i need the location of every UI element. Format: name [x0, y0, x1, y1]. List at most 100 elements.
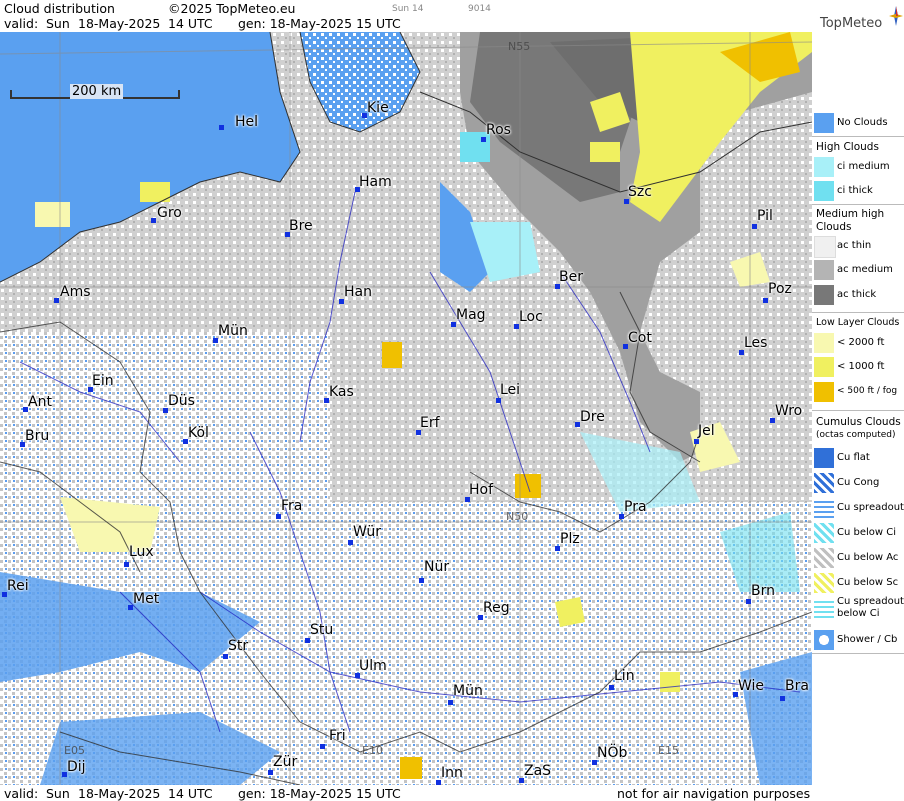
- city-plz[interactable]: Plz: [560, 531, 580, 547]
- city-brn[interactable]: Brn: [751, 583, 775, 599]
- city-les[interactable]: Les: [744, 335, 767, 351]
- city-mun[interactable]: Mün: [218, 323, 248, 339]
- city-fri[interactable]: Fri: [329, 728, 346, 744]
- city-dot: [609, 685, 614, 690]
- city-wro[interactable]: Wro: [775, 403, 802, 419]
- city-bru[interactable]: Bru: [25, 428, 49, 444]
- generated-time: gen: 18-May-2025 15 UTC: [238, 16, 401, 31]
- city-zas[interactable]: ZaS: [524, 763, 551, 779]
- cloud-map[interactable]: 200 km N55 N50 E05 E10 E15 Hel Kie Ros H…: [0, 32, 813, 785]
- swatch-ac-thin: [814, 236, 836, 258]
- city-bre[interactable]: Bre: [289, 218, 313, 234]
- disclaimer: not for air navigation purposes: [617, 786, 811, 801]
- legend-heading-high: High Clouds: [816, 141, 879, 153]
- city-ams[interactable]: Ams: [60, 284, 91, 300]
- city-met[interactable]: Met: [133, 591, 159, 607]
- city-erf[interactable]: Erf: [420, 415, 440, 431]
- swatch-ci-thick: [814, 181, 834, 201]
- scale-bar: 200 km: [10, 84, 180, 102]
- city-lin[interactable]: Lin: [614, 668, 635, 684]
- legend-label: Cu spreadout: [837, 502, 904, 513]
- swatch-low-500: [814, 382, 834, 402]
- footer: valid: Sun 18-May-2025 14 UTC gen: 18-Ma…: [0, 785, 812, 801]
- legend-label: Cu spreadout: [837, 596, 904, 607]
- legend-cu-spread-ci: Cu spreadout below Ci: [812, 596, 904, 626]
- city-inn[interactable]: Inn: [441, 765, 463, 781]
- city-ham[interactable]: Ham: [359, 174, 392, 190]
- swatch-cu-flat: [814, 448, 834, 468]
- city-dot: [496, 398, 501, 403]
- legend-label: ac medium: [837, 264, 893, 275]
- city-hof[interactable]: Hof: [469, 482, 493, 498]
- grid-label-e10: E10: [362, 744, 383, 757]
- city-poz[interactable]: Poz: [768, 281, 792, 297]
- city-dij[interactable]: Dij: [67, 759, 86, 775]
- legend-label: Cu Cong: [837, 477, 880, 488]
- city-kie[interactable]: Kie: [367, 100, 389, 116]
- city-pra[interactable]: Pra: [624, 499, 647, 515]
- swatch-cu-spread: [814, 498, 834, 518]
- city-wur[interactable]: Wür: [353, 524, 381, 540]
- city-kas[interactable]: Kas: [329, 384, 354, 400]
- city-hel[interactable]: Hel: [235, 114, 258, 130]
- city-bra[interactable]: Bra: [785, 678, 809, 694]
- city-dot: [752, 224, 757, 229]
- city-str[interactable]: Str: [228, 638, 248, 654]
- city-reg[interactable]: Reg: [483, 600, 510, 616]
- city-dot: [151, 218, 156, 223]
- city-rei[interactable]: Rei: [7, 578, 29, 594]
- legend-label: < 2000 ft: [837, 337, 885, 348]
- legend-cu-below-ci: Cu below Ci: [812, 521, 904, 545]
- city-ein[interactable]: Ein: [92, 373, 114, 389]
- city-mag[interactable]: Mag: [456, 307, 486, 323]
- legend-label: Cu flat: [837, 452, 870, 463]
- city-ant[interactable]: Ant: [28, 394, 52, 410]
- city-fra[interactable]: Fra: [281, 498, 302, 514]
- legend-ci-medium: ci medium: [812, 155, 904, 179]
- city-cot[interactable]: Cot: [628, 330, 652, 346]
- city-loc[interactable]: Loc: [519, 309, 543, 325]
- city-nur[interactable]: Nür: [424, 559, 449, 575]
- legend-label: ac thick: [837, 289, 877, 300]
- low-2000-gro: [35, 202, 70, 227]
- legend-cu-spread: Cu spreadout: [812, 496, 904, 520]
- legend-heading-mid-2: Clouds: [816, 221, 852, 233]
- legend-ac-thick: ac thick: [812, 283, 904, 307]
- city-dre[interactable]: Dre: [580, 409, 605, 425]
- legend-label: < 1000 ft: [837, 361, 885, 372]
- city-stu[interactable]: Stu: [310, 622, 333, 638]
- legend-low-2000: < 2000 ft: [812, 331, 904, 355]
- map-canvas: [0, 32, 812, 785]
- city-dot: [763, 298, 768, 303]
- city-dot: [219, 125, 224, 130]
- city-dot: [268, 770, 273, 775]
- city-wie[interactable]: Wie: [738, 678, 764, 694]
- city-dus[interactable]: Düs: [168, 393, 195, 409]
- city-lei[interactable]: Lei: [500, 382, 520, 398]
- legend-panel: TopMeteo No Clouds High Clouds ci medium…: [812, 0, 904, 801]
- city-nob[interactable]: NÖb: [597, 745, 627, 761]
- city-ros[interactable]: Ros: [486, 122, 511, 138]
- small-label-2: 9014: [468, 4, 491, 14]
- city-jel[interactable]: Jel: [698, 423, 715, 439]
- city-mun-2[interactable]: Mün: [453, 683, 483, 699]
- footer-valid-day: Sun: [46, 786, 70, 801]
- city-han[interactable]: Han: [344, 284, 372, 300]
- swatch-ci-medium: [814, 157, 834, 177]
- city-pil[interactable]: Pil: [757, 208, 773, 224]
- swatch-cu-below-ci: [814, 523, 834, 543]
- fog-patch-1: [382, 342, 402, 368]
- city-dot: [320, 744, 325, 749]
- city-lux[interactable]: Lux: [129, 544, 154, 560]
- city-kol[interactable]: Köl: [188, 425, 209, 441]
- legend-cu-below-sc: Cu below Sc: [812, 571, 904, 595]
- city-szc[interactable]: Szc: [628, 184, 652, 200]
- city-zur[interactable]: Zür: [273, 754, 297, 770]
- grid-label-n50: N50: [506, 510, 529, 523]
- city-gro[interactable]: Gro: [157, 205, 182, 221]
- city-ulm[interactable]: Ulm: [359, 658, 387, 674]
- valid-date: 18-May-2025: [78, 16, 161, 31]
- low-1000-lin: [660, 672, 680, 692]
- fog-patch-3: [400, 757, 422, 779]
- city-ber[interactable]: Ber: [559, 269, 583, 285]
